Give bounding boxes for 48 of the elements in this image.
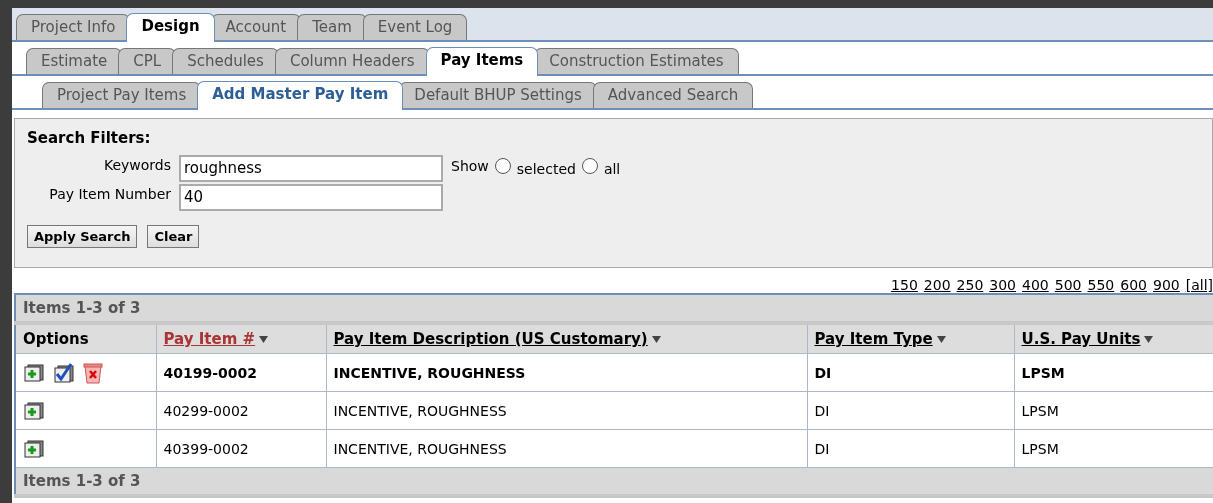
table-cell: DI: [807, 353, 1014, 392]
page-size-link[interactable]: 400: [1022, 277, 1049, 293]
radio-button[interactable]: [494, 158, 511, 174]
keywords-field[interactable]: roughness: [179, 155, 443, 182]
page-size-link[interactable]: 250: [956, 277, 984, 293]
radio-button[interactable]: [581, 158, 598, 174]
table-cell: 40299-0002: [156, 391, 326, 430]
tab[interactable]: Design: [126, 13, 215, 42]
search-button[interactable]: Clear: [147, 225, 200, 248]
radio-label: selected: [516, 161, 576, 177]
sort-arrow-icon[interactable]: [936, 336, 946, 343]
delete-bin-icon[interactable]: [83, 361, 103, 384]
items-count: Items 1-3 of 3: [15, 294, 1213, 323]
table-cell: DI: [807, 391, 1014, 430]
table-cell: DI: [807, 429, 1014, 468]
add-item-icon[interactable]: [23, 438, 45, 459]
table-cell: INCENTIVE, ROUGHNESS: [326, 391, 807, 430]
page-size-link[interactable]: 900: [1152, 277, 1180, 293]
search-button[interactable]: Apply Search: [27, 225, 138, 248]
tab[interactable]: Advanced Search: [592, 82, 754, 108]
radio-label: all: [603, 161, 621, 177]
page-size-link[interactable]: 300: [989, 277, 1017, 293]
checklist-icon[interactable]: [53, 362, 75, 383]
column-header: Options: [23, 330, 89, 348]
table-cell: 40399-0002: [156, 429, 326, 468]
page-size-link[interactable]: 150: [891, 277, 918, 293]
page-size-link[interactable]: 500: [1054, 277, 1082, 293]
show-label: Show: [451, 158, 489, 174]
page-size-link[interactable]: 600: [1120, 277, 1147, 293]
sort-arrow-icon[interactable]: [1144, 336, 1154, 343]
table-cell: 40199-0002: [156, 353, 326, 392]
field-label: Keywords: [102, 156, 171, 173]
page-size-link[interactable]: [all]: [1185, 277, 1213, 293]
sort-arrow-icon[interactable]: [259, 336, 269, 343]
page-size-link[interactable]: 200: [923, 277, 951, 293]
tab[interactable]: Add Master Pay Item: [197, 81, 404, 110]
add-item-icon[interactable]: [23, 400, 45, 421]
pay-item-number-field[interactable]: 40: [179, 184, 443, 211]
page-size-link[interactable]: 550: [1087, 277, 1115, 293]
table-cell: INCENTIVE, ROUGHNESS: [326, 353, 807, 392]
table-cell: INCENTIVE, ROUGHNESS: [326, 429, 807, 468]
tab[interactable]: Pay Items: [425, 47, 539, 76]
sort-arrow-icon[interactable]: [651, 336, 661, 343]
field-label: Pay Item Number: [48, 185, 171, 202]
items-count: Items 1-3 of 3: [15, 467, 1213, 496]
panel-title: Search Filters:: [27, 129, 152, 147]
tab[interactable]: Event Log: [362, 14, 468, 40]
add-item-icon[interactable]: [23, 362, 45, 383]
